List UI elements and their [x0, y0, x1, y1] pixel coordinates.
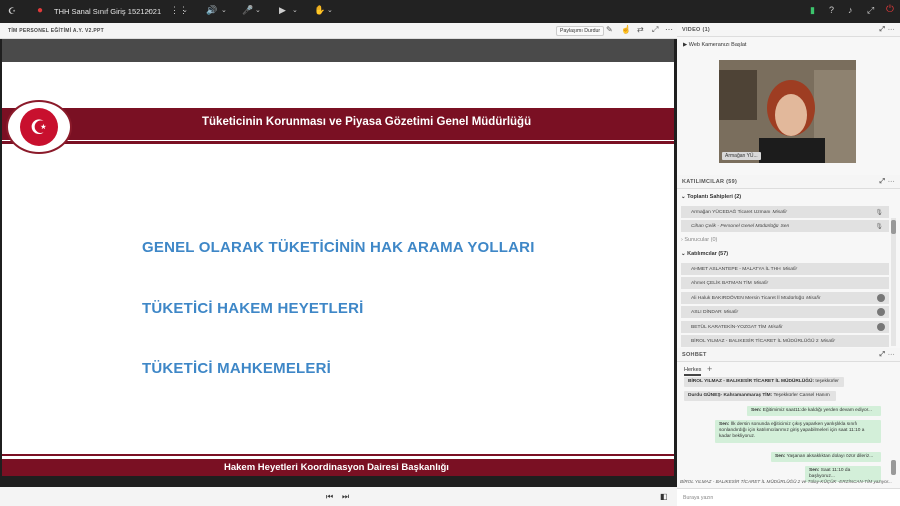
chat-header: SOHBET ⤢ ⋯ [677, 348, 900, 362]
help-icon[interactable]: ? [829, 5, 834, 15]
fullscreen-icon[interactable]: ⤢ [652, 25, 658, 35]
sync-icon[interactable]: ⇄ [637, 25, 644, 34]
video-panel: VIDEO (1) ⤢ ⋯ ▶ Web Kameranızı Başlat Ar… [677, 23, 900, 175]
hosts-label: Toplantı Sahipleri (2) [687, 194, 742, 200]
speaker-icon[interactable]: 🔊 [206, 5, 217, 16]
globe-icon [877, 308, 885, 316]
slide-line-2: TÜKETİCİ HAKEM HEYETLERİ [142, 300, 364, 317]
chevron-down-icon[interactable]: ⌄ [221, 6, 227, 14]
participant-row[interactable]: Armağan YÜCEDAĞ Ticaret Uzmanı Misafir 🎙 [681, 206, 889, 219]
participants-header: KATILIMCILAR (59) ⤢ ⋯ [677, 175, 900, 189]
participant-row[interactable]: BİROL YILMAZ - BALIKESİR TİCARET İL MÜDÜ… [681, 335, 889, 348]
chat-message-own: Sen: Eğitimimiz saat11:de kaldığı yerden… [747, 406, 881, 417]
chat-panel: SOHBET ⤢ ⋯ Herkes + BİROL YILMAZ - BALIK… [677, 348, 900, 506]
chevron-down-icon[interactable]: ⌄ [182, 6, 188, 14]
participants-scroll-thumb[interactable] [891, 220, 896, 234]
participant-row[interactable]: Cihan Çelik - Personel Genel Müdürlüğü Se… [681, 220, 889, 233]
video-panel-header: VIDEO (1) ⤢ ⋯ [677, 23, 900, 37]
participant-row[interactable]: Ahmet ÇELİK BATMAN TİM Misafir [681, 277, 889, 290]
fullscreen-icon[interactable]: ⤢ [867, 5, 874, 16]
chat-tab-everyone[interactable]: Herkes [684, 367, 702, 376]
participant-row[interactable]: BETÜL KARATEKİN-YOZGAT TİM Misafir [681, 321, 889, 334]
camera-icon: ▶ [683, 42, 688, 48]
globe-icon [877, 294, 885, 302]
ministry-seal-logo: ☪ [6, 100, 72, 154]
participants-panel: KATILIMCILAR (59) ⤢ ⋯ ⌄ Toplantı Sahiple… [677, 175, 900, 348]
more-icon[interactable]: ⤢ ⋯ [880, 26, 895, 34]
pen-icon[interactable]: ✎ [606, 25, 613, 34]
camera-off-icon[interactable]: ▶ [279, 5, 286, 16]
presenters-section[interactable]: › Sunucular (0) [681, 237, 717, 243]
sidebar-toggle-icon[interactable]: ◧ [660, 492, 668, 501]
chat-message-own: Sen: İlk dersin sonunda eğiticimiz çıkış… [715, 420, 881, 443]
video-name-tag: Armağan YÜ... [722, 152, 761, 160]
chat-message: BİROL YILMAZ - BALIKESİR TİCARET İL MÜDÜ… [684, 377, 844, 388]
file-title: TİM PERSONEL EĞİTİMİ A.Y. V2.PPT [8, 27, 105, 34]
globe-icon [877, 323, 885, 331]
start-webcam-button[interactable]: ▶ Web Kameranızı Başlat [683, 42, 746, 48]
stop-sharing-button[interactable]: Paylaşımı Durdur [556, 26, 605, 36]
pointer-icon[interactable]: ☝ [621, 25, 631, 34]
next-slide-icon[interactable]: ⏭ [342, 492, 349, 502]
chat-message: Durdu GÜNEŞ- Kahramanmaraş TİM: Teşekkür… [684, 391, 836, 402]
crescent-star-icon: ☪ [20, 108, 58, 146]
top-toolbar: ☪ ● THH Sanal Sınıf Giriş 15212021 ⌄ ⋮⋮ … [0, 0, 900, 23]
chevron-down-icon: ⌄ [681, 194, 686, 200]
chevron-right-icon: › [681, 237, 683, 243]
participants-title: KATILIMCILAR (59) [682, 178, 738, 185]
more-icon[interactable]: ⋯ [665, 25, 673, 34]
chevron-down-icon[interactable]: ⌄ [146, 6, 152, 14]
slide-line-3: TÜKETİCİ MAHKEMELERİ [142, 360, 331, 377]
slide: ☪ Tüketicinin Korunması ve Piyasa Gözeti… [2, 62, 674, 476]
participant-row[interactable]: ASLI DİNDAR Misafir [681, 306, 889, 319]
chevron-down-icon[interactable]: ⌄ [292, 6, 298, 14]
video-panel-title: VIDEO (1) [682, 26, 711, 33]
participant-row[interactable]: AHMET ASLANTEPE - MALATYA İL THH Misafir [681, 263, 889, 276]
attendees-section[interactable]: ⌄ Katılımcılar (57) [681, 251, 728, 257]
start-webcam-label: Web Kameranızı Başlat [688, 42, 747, 48]
slide-heading: Tüketicinin Korunması ve Piyasa Gözetimi… [202, 116, 532, 128]
video-feed[interactable]: Armağan YÜ... [719, 60, 856, 163]
mic-icon: 🎙 [875, 224, 883, 230]
chevron-down-icon[interactable]: ⌄ [327, 6, 333, 14]
raise-hand-icon[interactable]: ✋ [314, 5, 325, 16]
chevron-down-icon[interactable]: ⌄ [255, 6, 261, 14]
hosts-section[interactable]: ⌄ Toplantı Sahipleri (2) [681, 194, 741, 200]
chat-scroll-thumb[interactable] [891, 460, 896, 475]
chat-title: SOHBET [682, 351, 707, 358]
chat-message-own: Sen: Yaşanan aksaklıktan dolayı özür dil… [771, 452, 881, 463]
add-chat-icon[interactable]: + [707, 364, 712, 374]
presenters-label: Sunucular (0) [684, 237, 718, 243]
previous-slide-icon[interactable]: ⏮ [326, 492, 333, 502]
typing-indicator: BİROL YILMAZ - BALIKESİR TİCARET İL MÜDÜ… [680, 479, 892, 484]
record-dot-icon[interactable]: ● [37, 5, 43, 16]
power-icon[interactable]: ⏻ [886, 4, 894, 15]
signal-bars-icon[interactable]: ▮ [810, 5, 815, 16]
mic-icon: 🎙 [875, 210, 883, 216]
share-stage: TİM PERSONEL EĞİTİMİ A.Y. V2.PPT Paylaşı… [0, 23, 677, 506]
chevron-down-icon: ⌄ [681, 251, 686, 257]
slide-footer: Hakem Heyetleri Koordinasyon Dairesi Baş… [224, 462, 449, 473]
participants-scrollbar[interactable] [891, 218, 896, 346]
emblem-icon: ☪ [8, 6, 17, 16]
attendees-label: Katılımcılar (57) [687, 251, 729, 257]
slide-controls: ⏮ ⏭ ◧ [0, 487, 677, 506]
webcam-image [719, 60, 856, 163]
mic-off-icon[interactable]: 🎤 [242, 5, 253, 16]
more-icon[interactable]: ⤢ ⋯ [880, 351, 895, 359]
slide-line-1: GENEL OLARAK TÜKETİCİNİN HAK ARAMA YOLLA… [142, 239, 535, 256]
chat-input[interactable]: Buraya yazın [677, 488, 900, 506]
more-icon[interactable]: ⤢ ⋯ [880, 178, 895, 186]
right-sidebar: VIDEO (1) ⤢ ⋯ ▶ Web Kameranızı Başlat Ar… [677, 23, 900, 506]
participant-row[interactable]: Ali Haluk BAKIRDÖVEN Mersin Ticaret İl M… [681, 292, 889, 305]
bell-icon[interactable]: ♪ [848, 5, 853, 15]
